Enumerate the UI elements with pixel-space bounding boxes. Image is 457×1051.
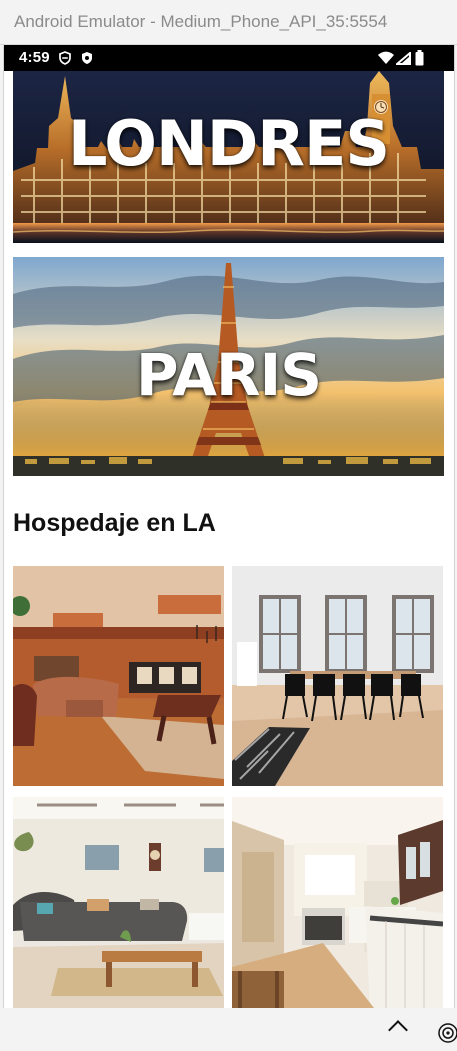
privacy-icon xyxy=(82,52,92,64)
paris-title: PARIS xyxy=(135,341,322,409)
status-bar: 4:59 xyxy=(4,45,454,71)
white-kitchen-image xyxy=(232,797,443,1008)
emulator-bottom-controls xyxy=(0,1008,457,1051)
london-destination-card[interactable]: LONDRES xyxy=(13,71,444,243)
lodging-card-warm-living-room[interactable] xyxy=(13,566,224,786)
lodging-card-modern-dining-room[interactable] xyxy=(232,566,443,786)
emulator-title-bar: Android Emulator - Medium_Phone_API_35:5… xyxy=(0,0,457,45)
chevron-up-icon[interactable] xyxy=(388,1020,408,1040)
lodging-card-bright-living-room[interactable] xyxy=(13,797,224,1008)
lodging-section-heading: Hospedaje en LA xyxy=(13,509,216,537)
wifi-icon xyxy=(378,51,394,64)
london-title: LONDRES xyxy=(67,107,390,180)
paris-destination-card[interactable]: PARIS xyxy=(13,257,444,476)
bright-living-room-image xyxy=(13,797,224,1008)
signal-icon xyxy=(396,52,411,65)
window-title: Android Emulator - Medium_Phone_API_35:5… xyxy=(14,12,388,31)
warm-living-room-image xyxy=(13,566,224,786)
shield-icon xyxy=(59,51,71,65)
android-emulator-window: Android Emulator - Medium_Phone_API_35:5… xyxy=(0,0,457,1051)
android-device-screen: 4:59 LONDRES PARIS Hospedaje en LA xyxy=(3,45,455,1008)
status-time: 4:59 xyxy=(19,49,50,66)
lodging-card-white-kitchen[interactable] xyxy=(232,797,443,1008)
battery-icon xyxy=(415,50,424,66)
modern-dining-room-image xyxy=(232,566,443,786)
target-icon[interactable] xyxy=(436,1021,457,1045)
app-content[interactable]: LONDRES PARIS Hospedaje en LA xyxy=(4,71,454,1008)
